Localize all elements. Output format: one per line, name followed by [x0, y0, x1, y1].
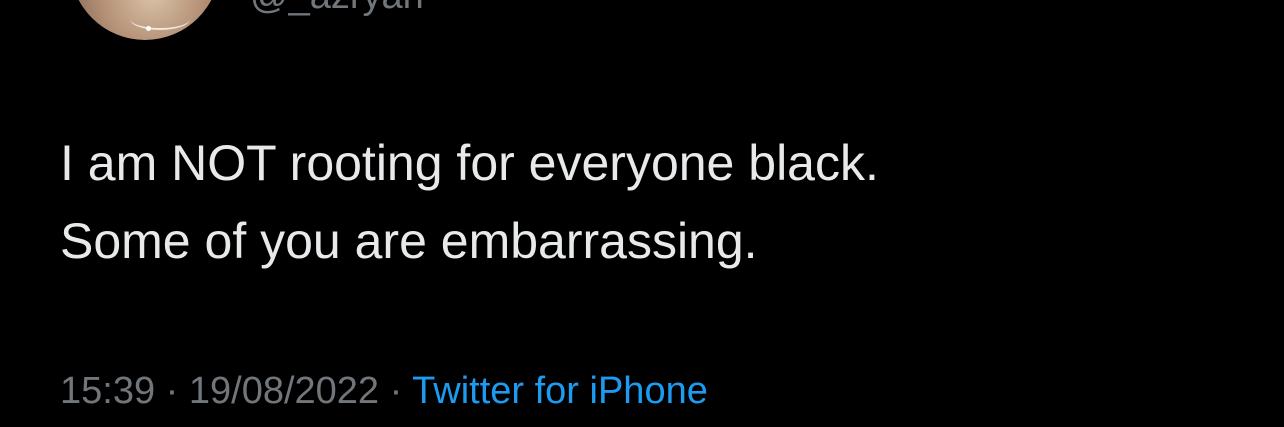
tweet-meta: 15:39 · 19/08/2022 · Twitter for iPhone	[60, 366, 708, 416]
meta-separator: ·	[155, 370, 189, 412]
tweet-time[interactable]: 15:39	[60, 370, 155, 412]
tweet-text: I am NOT rooting for everyone black. Som…	[60, 135, 879, 269]
tweet-source-link[interactable]: Twitter for iPhone	[412, 370, 708, 412]
pendant-graphic	[146, 26, 151, 31]
author-handle[interactable]: @_azryan	[250, 0, 424, 18]
tweet-date[interactable]: 19/08/2022	[189, 370, 379, 412]
necklace-graphic	[130, 8, 190, 30]
meta-separator: ·	[379, 370, 413, 412]
avatar[interactable]	[70, 0, 220, 40]
